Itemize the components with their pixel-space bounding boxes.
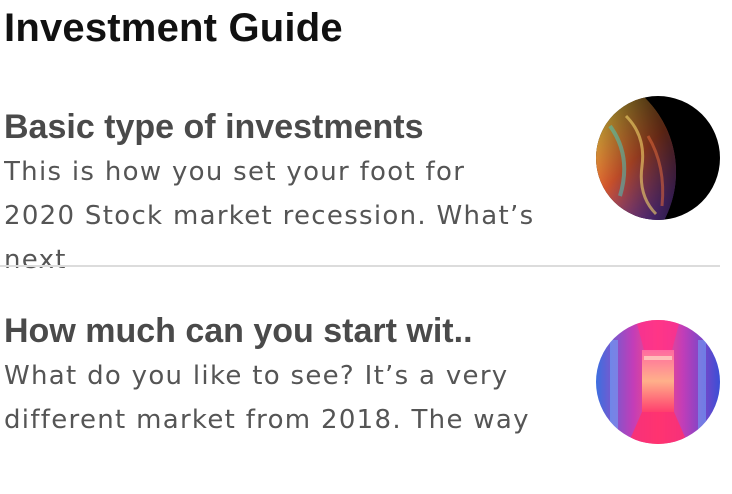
article-text: How much can you start wit.. What do you…	[4, 310, 560, 494]
article-card[interactable]: Basic type of investments This is how yo…	[0, 96, 732, 275]
neon-corridor-image	[596, 320, 720, 444]
planet-image	[596, 96, 720, 220]
article-text: Basic type of investments This is how yo…	[4, 106, 560, 278]
article-description: This is how you set your foot for 2020 S…	[4, 157, 535, 275]
page-title: Investment Guide	[4, 6, 343, 50]
article-card[interactable]: How much can you start wit.. What do you…	[0, 300, 732, 476]
article-title: How much can you start wit..	[4, 312, 473, 350]
article-description: What do you like to see? It’s a very dif…	[4, 361, 530, 435]
article-title: Basic type of investments	[4, 108, 424, 146]
divider	[0, 265, 720, 267]
